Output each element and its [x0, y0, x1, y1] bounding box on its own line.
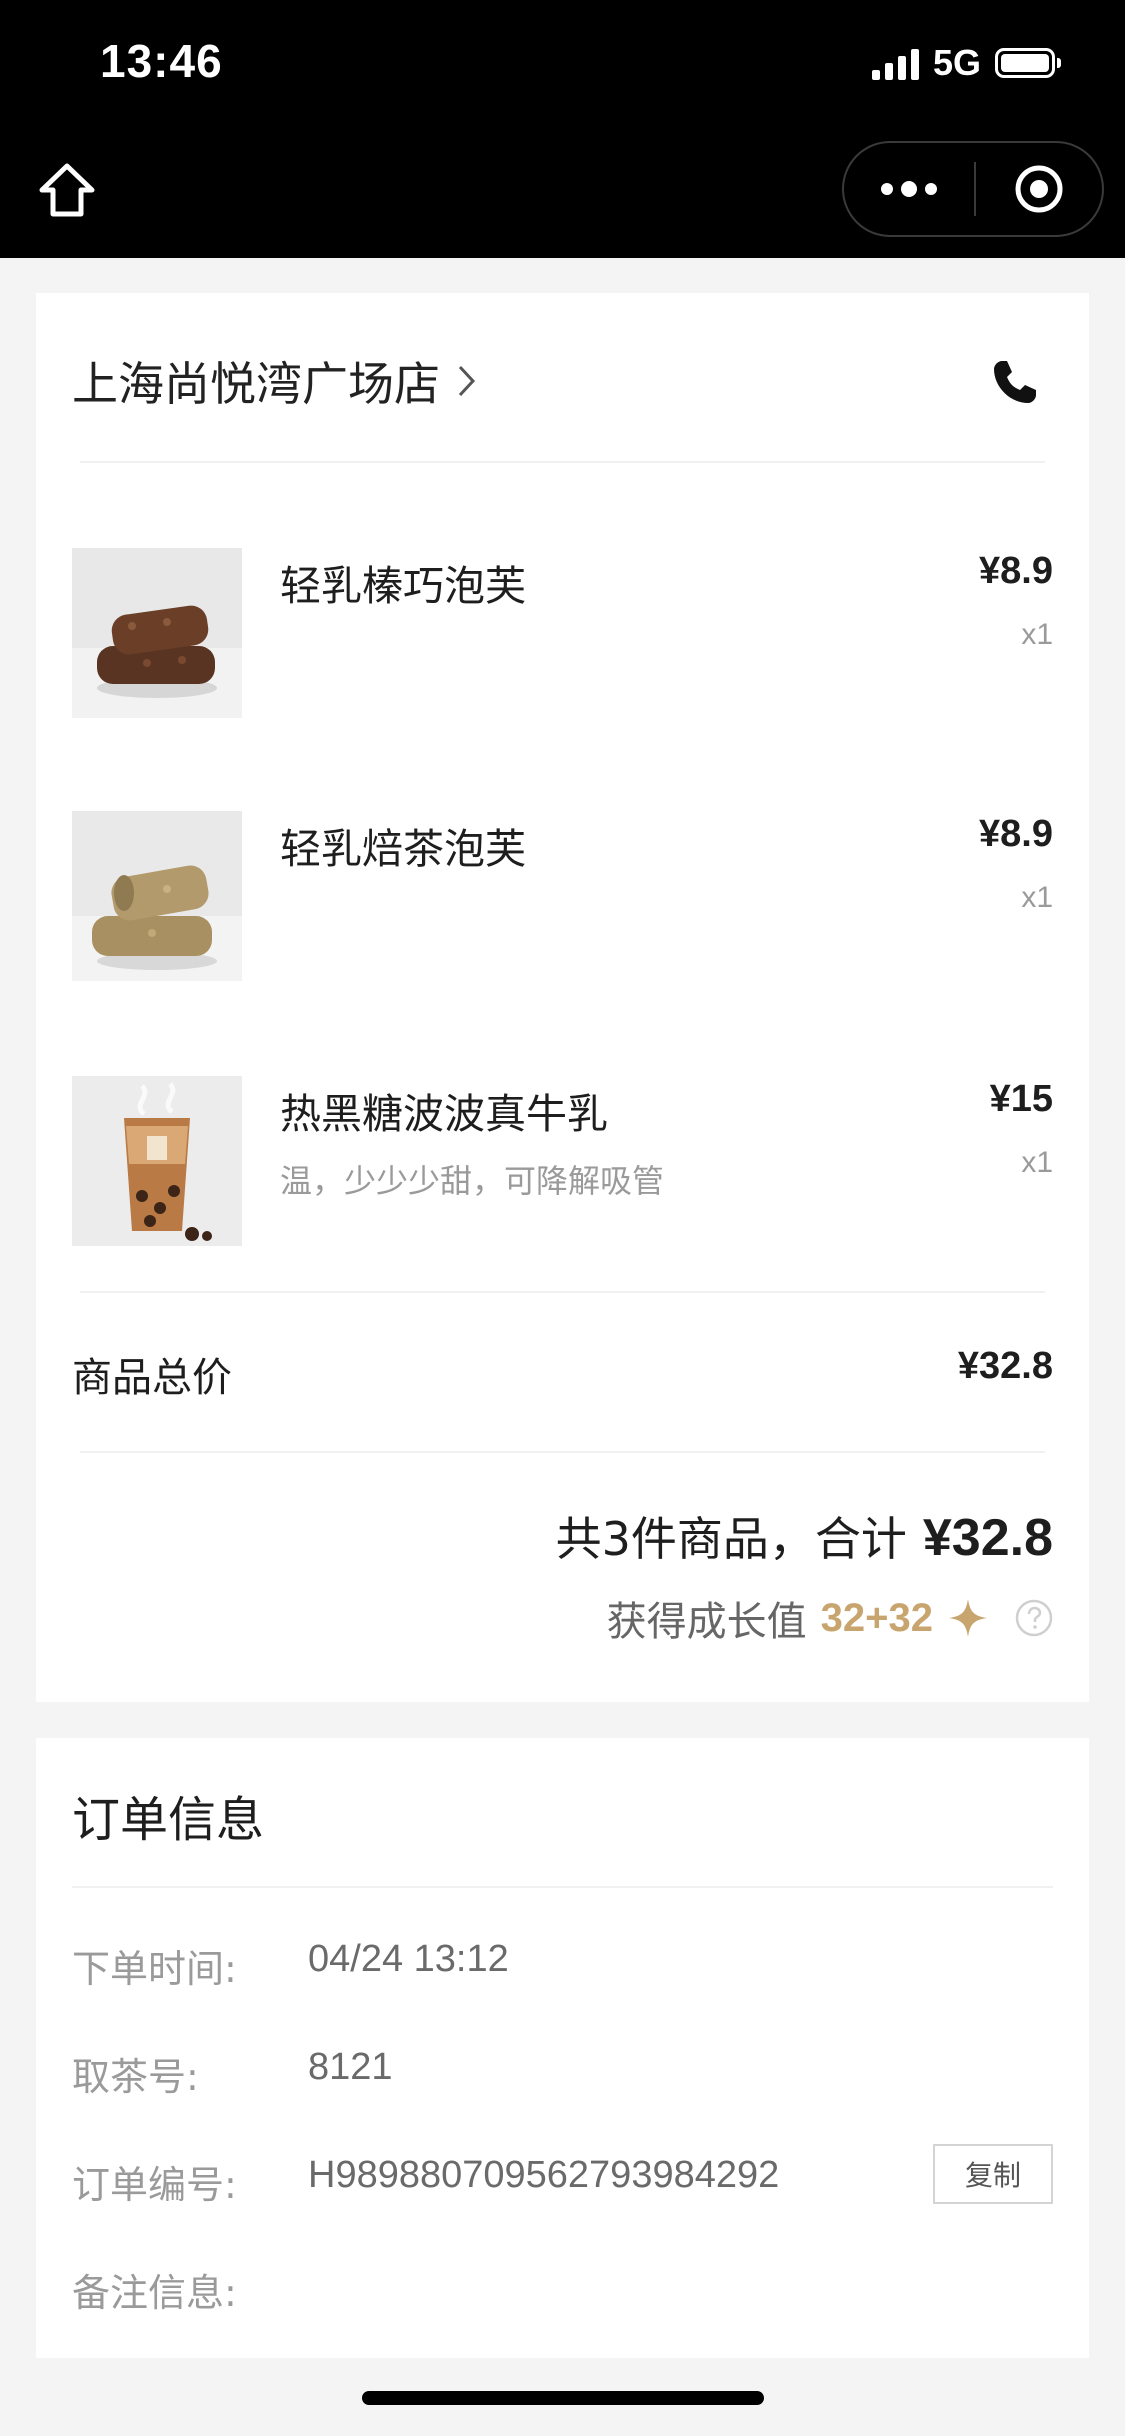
product-name: 轻乳榛巧泡芙	[280, 562, 526, 610]
order-total: 共3件商品，合计 ¥32.8	[556, 1503, 1053, 1569]
divider	[72, 1886, 1053, 1888]
growth-label: 获得成长值	[606, 1599, 807, 1645]
growth-value: 32+32	[820, 1595, 933, 1640]
home-icon[interactable]	[36, 160, 98, 222]
pickup-number-row: 取茶号: 8121	[72, 2046, 1053, 2106]
product-qty: x1	[1021, 1146, 1053, 1179]
order-time-row: 下单时间: 04/24 13:12	[72, 1938, 1053, 1998]
mini-program-capsule	[842, 141, 1104, 237]
product-price: ¥8.9	[979, 550, 1053, 592]
item-count-text: 共3件商品，合计	[555, 1512, 907, 1566]
order-number-row: 订单编号: H989880709562793984292 复制	[72, 2144, 1053, 2214]
battery-icon	[995, 48, 1061, 78]
help-icon[interactable]	[1015, 1599, 1053, 1637]
subtotal-label: 商品总价	[72, 1355, 232, 1401]
product-spec: 温，少少少甜，可降解吸管	[280, 1162, 665, 1200]
remarks-row: 备注信息:	[72, 2262, 1053, 2322]
product-name: 热黑糖波波真牛乳	[280, 1090, 608, 1138]
target-close-icon[interactable]	[976, 143, 1102, 235]
row-label: 下单时间:	[72, 1947, 237, 1991]
product-name: 轻乳焙茶泡芙	[280, 825, 526, 873]
row-label: 备注信息:	[72, 2271, 237, 2315]
list-item[interactable]: 热黑糖波波真牛乳 温，少少少甜，可降解吸管 ¥15 x1	[72, 1076, 1053, 1246]
product-price: ¥8.9	[979, 813, 1053, 855]
product-image	[72, 811, 242, 981]
divider	[80, 461, 1045, 463]
row-label: 订单编号:	[72, 2163, 237, 2207]
list-item[interactable]: 轻乳焙茶泡芙 ¥8.9 x1	[72, 811, 1053, 981]
network-label: 5G	[932, 42, 981, 83]
store-name: 上海尚悦湾广场店	[72, 357, 440, 411]
row-value: 8121	[308, 2046, 393, 2088]
row-value: 04/24 13:12	[308, 1938, 509, 1980]
top-bar: 13:46 5G	[0, 0, 1125, 258]
product-qty: x1	[1021, 881, 1053, 914]
list-item[interactable]: 轻乳榛巧泡芙 ¥8.9 x1	[72, 548, 1053, 718]
subtotal-value: ¥32.8	[957, 1345, 1053, 1387]
status-indicators: 5G	[871, 42, 1061, 84]
divider	[80, 1451, 1045, 1453]
divider	[80, 1291, 1045, 1293]
more-dots-icon[interactable]	[844, 143, 974, 235]
chevron-right-icon	[458, 365, 476, 397]
total-amount: ¥32.8	[922, 1509, 1053, 1567]
copy-button[interactable]: 复制	[933, 2144, 1053, 2204]
order-card: 上海尚悦湾广场店 轻乳榛巧泡芙 ¥8.9 x1 轻乳焙茶泡芙 ¥8.9 x1 热…	[36, 293, 1089, 1702]
product-price: ¥15	[989, 1078, 1053, 1120]
product-qty: x1	[1021, 618, 1053, 651]
store-link[interactable]: 上海尚悦湾广场店	[72, 348, 478, 414]
sparkle-icon	[949, 1599, 987, 1637]
home-indicator[interactable]	[362, 2391, 764, 2405]
growth-points: 获得成长值 32+32	[607, 1589, 1053, 1647]
row-label: 取茶号:	[72, 2055, 199, 2099]
section-title: 订单信息	[72, 1792, 265, 1848]
status-time: 13:46	[100, 35, 223, 87]
phone-icon[interactable]	[988, 355, 1042, 409]
product-image	[72, 548, 242, 718]
signal-icon	[871, 46, 919, 80]
product-image	[72, 1076, 242, 1246]
row-value: H989880709562793984292	[308, 2154, 780, 2196]
order-info-card: 订单信息 下单时间: 04/24 13:12 取茶号: 8121 订单编号: H…	[36, 1738, 1089, 2358]
